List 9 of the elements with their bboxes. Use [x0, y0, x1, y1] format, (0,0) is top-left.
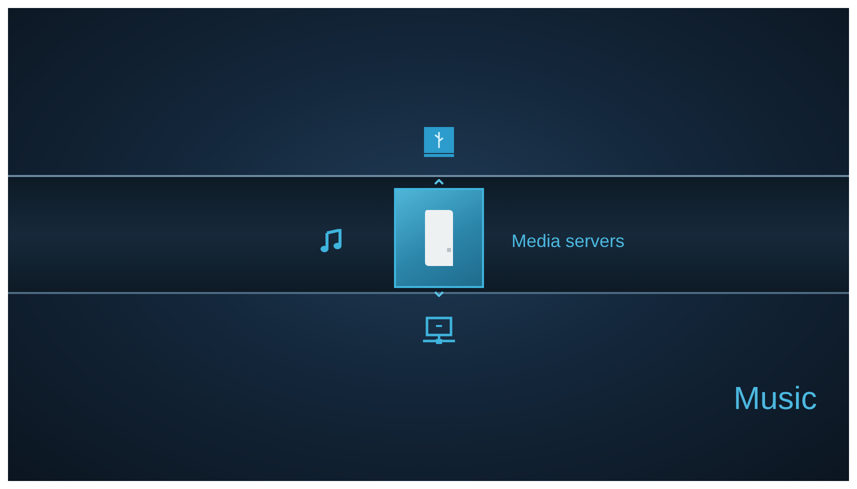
source-label: Media servers	[512, 230, 625, 252]
section-title: Music	[733, 380, 817, 417]
network-computer-icon[interactable]	[422, 316, 456, 346]
external-drive-icon	[422, 208, 454, 268]
music-note-icon[interactable]	[320, 229, 342, 253]
selected-source-tile[interactable]	[394, 188, 484, 288]
usb-drive-icon[interactable]	[422, 126, 454, 158]
down-caret-icon[interactable]	[434, 291, 444, 297]
up-caret-icon[interactable]	[434, 179, 444, 185]
